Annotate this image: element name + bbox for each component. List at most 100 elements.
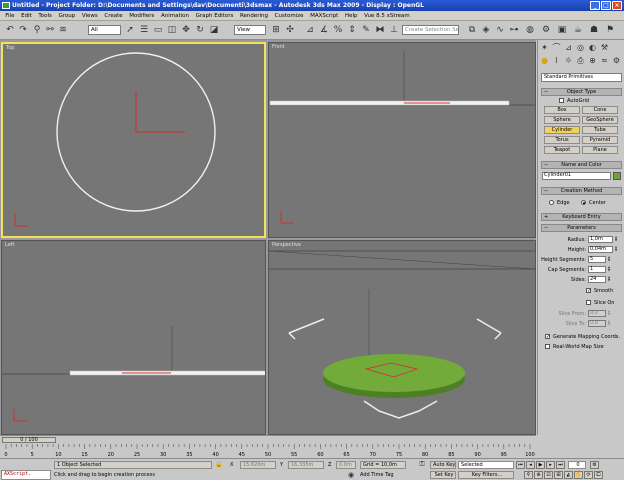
viewport-left[interactable]: Left [1,240,266,435]
rollout-name-color[interactable]: − Name and Color [541,161,622,169]
sides-spinner[interactable]: ▲ ▼ [607,276,611,283]
real-world-checkbox[interactable] [545,344,550,349]
key-mode-icon[interactable]: ⚿ [416,460,428,469]
slice-to-field[interactable]: 0,0 [588,320,606,327]
menu-edit[interactable]: Edit [18,13,35,19]
torus-button[interactable]: Torus [544,136,580,144]
menu-group[interactable]: Group [55,13,78,19]
pyramid-button[interactable]: Pyramid [582,136,618,144]
arc-rotate-icon[interactable]: ⟳ [584,471,593,479]
unlink-icon[interactable]: ⚯ [44,24,56,36]
time-slider[interactable]: 0 / 100 [0,435,536,444]
set-key-button[interactable]: Set Key [430,471,456,479]
cameras-icon[interactable]: ⎙ [575,55,586,66]
active-shade-icon[interactable]: ☗ [588,24,600,36]
zoom-extents-icon[interactable]: ⊡ [544,471,553,479]
named-selection-set-dropdown[interactable]: Create Selection Set [402,25,459,35]
mirror-icon[interactable]: ⧓ [374,24,386,36]
align-icon[interactable]: ⊥ [388,24,400,36]
rotate-icon[interactable]: ↻ [194,24,206,36]
window-crossing-icon[interactable]: ◫ [166,24,178,36]
close-button[interactable]: × [612,1,622,10]
graphite-icon[interactable]: ◈ [480,24,492,36]
current-frame-field[interactable]: 0 [568,461,586,469]
shapes-icon[interactable]: ⌇ [551,55,562,66]
track-bar[interactable]: 0 5 10 15 20 25 30 35 40 45 50 55 60 65 70 75 80 85 90 95 10… [0,444,536,458]
layer-manager-icon[interactable]: ⧉ [466,24,478,36]
cap-segments-field[interactable]: 1 [588,266,606,273]
angle-snap-icon[interactable]: ∡ [318,24,330,36]
manipulate-icon[interactable]: ✣ [284,24,296,36]
smooth-checkbox[interactable]: ✓ [586,288,591,294]
move-icon[interactable]: ✥ [180,24,192,36]
create-tab-icon[interactable]: ✶ [539,42,550,53]
cone-button[interactable]: Cone [582,106,618,114]
select-link-icon[interactable]: ⚲ [31,24,43,36]
menu-maxscript[interactable]: MAXScript [307,13,342,19]
quick-render-icon[interactable]: ☕ [572,24,584,36]
modify-tab-icon[interactable]: ⌒ [551,42,562,53]
zoom-all-icon[interactable]: ⊕ [534,471,543,479]
curve-editor-icon[interactable]: ∿ [494,24,506,36]
viewport-front[interactable]: Front [268,42,536,238]
pivot-center-icon[interactable]: ⊞ [270,24,282,36]
menu-file[interactable]: File [2,13,18,19]
lock-selection-icon[interactable]: 🔒 [214,460,224,469]
edge-radio[interactable] [549,200,554,205]
go-to-end-icon[interactable]: ⏭ [556,461,565,469]
menu-help[interactable]: Help [342,13,361,19]
previous-frame-icon[interactable]: ◂ [526,461,535,469]
slice-on-checkbox[interactable] [586,300,591,305]
menu-customize[interactable]: Customize [271,13,306,19]
teapot-button[interactable]: Teapot [544,146,580,154]
maxscript-listener[interactable]: AXScript. [1,470,51,480]
render-frame-icon[interactable]: ▣ [556,24,568,36]
rollout-keyboard-entry[interactable]: + Keyboard Entry [541,213,622,221]
render-setup-icon[interactable]: ⚙ [540,24,552,36]
slice-from-field[interactable]: 0,0 [588,310,606,317]
object-color-swatch[interactable] [613,172,621,180]
object-name-field[interactable]: Cylinder01 [542,172,611,180]
hierarchy-tab-icon[interactable]: ⊿ [563,42,574,53]
render-last-icon[interactable]: ⚑ [604,24,616,36]
rollout-creation-method[interactable]: − Creation Method [541,187,622,195]
menu-graph-editors[interactable]: Graph Editors [192,13,236,19]
height-spinner[interactable]: ▲ ▼ [614,246,618,253]
app-icon[interactable] [2,2,10,9]
x-coordinate-field[interactable]: 15,626m [240,461,276,469]
menu-views[interactable]: Views [79,13,102,19]
time-tag-icon[interactable]: ◉ [346,470,356,479]
height-field[interactable]: 0,04m [588,246,613,253]
menu-vue-xstream[interactable]: Vue 8.5 xStream [361,13,413,19]
geosphere-button[interactable]: GeoSphere [582,116,618,124]
menu-animation[interactable]: Animation [158,13,193,19]
radius-field[interactable]: 1,0m [588,236,613,243]
maximize-viewport-icon[interactable]: ⧠ [594,471,603,479]
menu-modifiers[interactable]: Modifiers [126,13,158,19]
field-of-view-icon[interactable]: ◭ [564,471,573,479]
zoom-icon[interactable]: ⚲ [524,471,533,479]
height-segments-spinner[interactable]: ▲ ▼ [607,256,611,263]
y-coordinate-field[interactable]: 16,335m [288,461,324,469]
center-radio[interactable] [581,200,586,205]
autogrid-checkbox[interactable] [559,98,564,103]
undo-icon[interactable]: ↶ [4,24,16,36]
add-time-tag[interactable]: Add Time Tag [360,472,394,478]
lights-icon[interactable]: ☼ [563,55,574,66]
maximize-button[interactable]: □ [601,1,611,10]
play-icon[interactable]: ▶ [536,461,545,469]
helpers-icon[interactable]: ⊕ [587,55,598,66]
radius-spinner[interactable]: ▲ ▼ [614,236,618,243]
gen-mapping-checkbox[interactable]: ✓ [545,334,550,340]
viewport-top[interactable]: Top [1,42,266,238]
go-to-start-icon[interactable]: ⏮ [516,461,525,469]
edit-named-selection-icon[interactable]: ✎ [360,24,372,36]
box-button[interactable]: Box [544,106,580,114]
next-frame-icon[interactable]: ▸ [546,461,555,469]
selection-filter-dropdown[interactable]: All [88,25,121,35]
zoom-extents-all-icon[interactable]: ⊞ [554,471,563,479]
key-filters-button[interactable]: Key Filters... [458,471,514,479]
spinner-snap-icon[interactable]: ⇕ [346,24,358,36]
time-config-icon[interactable]: ⚙ [590,461,599,469]
snap-toggle-icon[interactable]: ⊿ [304,24,316,36]
